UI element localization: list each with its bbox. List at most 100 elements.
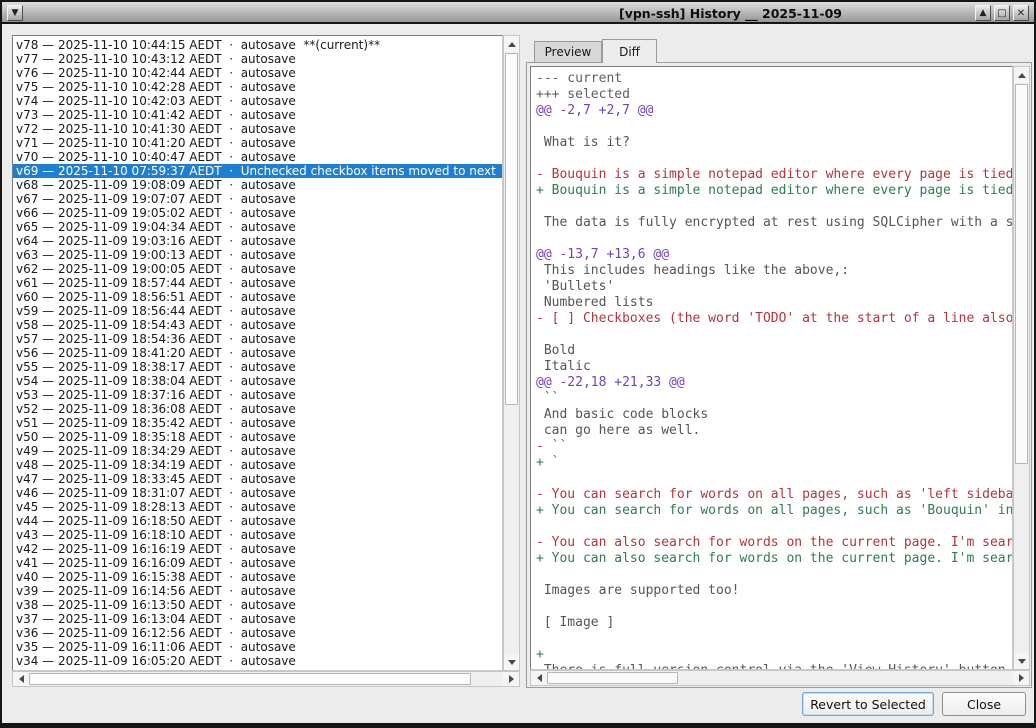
diff-scroll-right-button[interactable] — [1013, 671, 1029, 685]
history-version-row[interactable]: v53 — 2025-11-09 18:37:16 AEDT · autosav… — [16, 388, 502, 402]
arrow-right-icon — [509, 675, 514, 683]
titlebar[interactable]: ▼ [vpn-ssh] History __ 2025-11-09 ▲ □ ✕ — [2, 2, 1034, 24]
history-version-row[interactable]: v47 — 2025-11-09 18:33:45 AEDT · autosav… — [16, 472, 502, 486]
history-version-row[interactable]: v36 — 2025-11-09 16:12:56 AEDT · autosav… — [16, 626, 502, 640]
history-version-row[interactable]: v58 — 2025-11-09 18:54:43 AEDT · autosav… — [16, 318, 502, 332]
window-title: [vpn-ssh] History __ 2025-11-09 — [619, 6, 842, 21]
diff-line — [536, 231, 1012, 247]
history-version-row[interactable]: v42 — 2025-11-09 16:16:19 AEDT · autosav… — [16, 542, 502, 556]
tab-diff[interactable]: Diff — [602, 39, 657, 63]
history-listbox: v78 — 2025-11-10 10:44:15 AEDT · autosav… — [12, 35, 520, 687]
history-version-row[interactable]: v69 — 2025-11-10 07:59:37 AEDT · Uncheck… — [13, 164, 502, 178]
history-version-row[interactable]: v55 — 2025-11-09 18:38:17 AEDT · autosav… — [16, 360, 502, 374]
close-button[interactable]: Close — [942, 692, 1026, 716]
history-version-row[interactable]: v43 — 2025-11-09 16:18:10 AEDT · autosav… — [16, 528, 502, 542]
diff-line — [536, 599, 1012, 615]
history-version-row[interactable]: v76 — 2025-11-10 10:42:44 AEDT · autosav… — [16, 66, 502, 80]
diff-line: + — [536, 647, 1012, 663]
list-scroll-right-button[interactable] — [503, 672, 519, 686]
arrow-left-icon — [537, 674, 542, 682]
diff-line — [536, 567, 1012, 583]
diff-line: Numbered lists — [536, 295, 1012, 311]
history-version-row[interactable]: v64 — 2025-11-09 19:03:16 AEDT · autosav… — [16, 234, 502, 248]
history-version-row[interactable]: v57 — 2025-11-09 18:54:36 AEDT · autosav… — [16, 332, 502, 346]
diff-text-area: --- current+++ selected@@ -2,7 +2,7 @@ W… — [530, 66, 1013, 670]
diff-scroll-up-button[interactable] — [1014, 67, 1029, 83]
diff-vscrollbar-thumb[interactable] — [1015, 84, 1028, 464]
history-version-row[interactable]: v51 — 2025-11-09 18:35:42 AEDT · autosav… — [16, 416, 502, 430]
history-version-row[interactable]: v48 — 2025-11-09 18:34:19 AEDT · autosav… — [16, 458, 502, 472]
history-version-row[interactable]: v78 — 2025-11-10 10:44:15 AEDT · autosav… — [16, 38, 502, 52]
history-version-row[interactable]: v37 — 2025-11-09 16:13:04 AEDT · autosav… — [16, 612, 502, 626]
diff-line: The data is fully encrypted at rest usin… — [536, 215, 1012, 231]
history-version-row[interactable]: v66 — 2025-11-09 19:05:02 AEDT · autosav… — [16, 206, 502, 220]
history-version-row[interactable]: v74 — 2025-11-10 10:42:03 AEDT · autosav… — [16, 94, 502, 108]
history-version-row[interactable]: v52 — 2025-11-09 18:36:08 AEDT · autosav… — [16, 402, 502, 416]
diff-line — [536, 631, 1012, 647]
history-version-row[interactable]: v63 — 2025-11-09 19:00:13 AEDT · autosav… — [16, 248, 502, 262]
history-version-row[interactable]: v35 — 2025-11-09 16:11:06 AEDT · autosav… — [16, 640, 502, 654]
history-version-row[interactable]: v34 — 2025-11-09 16:05:20 AEDT · autosav… — [16, 654, 502, 668]
history-list[interactable]: v78 — 2025-11-10 10:44:15 AEDT · autosav… — [12, 35, 503, 671]
history-window: ▼ [vpn-ssh] History __ 2025-11-09 ▲ □ ✕ … — [0, 0, 1036, 728]
close-icon: ✕ — [1017, 9, 1025, 18]
history-version-row[interactable]: v44 — 2025-11-09 16:18:50 AEDT · autosav… — [16, 514, 502, 528]
list-scroll-up-button[interactable] — [504, 36, 519, 52]
history-version-row[interactable]: v54 — 2025-11-09 18:38:04 AEDT · autosav… — [16, 374, 502, 388]
diff-line: `` — [536, 391, 1012, 407]
history-version-row[interactable]: v41 — 2025-11-09 16:16:09 AEDT · autosav… — [16, 556, 502, 570]
history-version-row[interactable]: v70 — 2025-11-10 10:40:47 AEDT · autosav… — [16, 150, 502, 164]
diff-scroll-down-button[interactable] — [1014, 653, 1029, 669]
history-version-row[interactable]: v61 — 2025-11-09 18:57:44 AEDT · autosav… — [16, 276, 502, 290]
diff-line: And basic code blocks — [536, 407, 1012, 423]
history-version-row[interactable]: v77 — 2025-11-10 10:43:12 AEDT · autosav… — [16, 52, 502, 66]
diff-hscrollbar-thumb[interactable] — [547, 672, 678, 684]
history-version-row[interactable]: v73 — 2025-11-10 10:41:42 AEDT · autosav… — [16, 108, 502, 122]
history-version-row[interactable]: v46 — 2025-11-09 18:31:07 AEDT · autosav… — [16, 486, 502, 500]
diff-line — [536, 327, 1012, 343]
history-version-row[interactable]: v38 — 2025-11-09 16:13:50 AEDT · autosav… — [16, 598, 502, 612]
revert-to-selected-button[interactable]: Revert to Selected — [802, 692, 934, 716]
diff-hscrollbar[interactable] — [530, 670, 1030, 686]
diff-line: can go here as well. — [536, 423, 1012, 439]
diff-line: - You can search for words on all pages,… — [536, 487, 1012, 503]
diff-line: + Bouquin is a simple notepad editor whe… — [536, 183, 1012, 199]
arrow-down-icon — [1018, 659, 1026, 664]
history-version-row[interactable]: v72 — 2025-11-10 10:41:30 AEDT · autosav… — [16, 122, 502, 136]
list-vscrollbar-thumb[interactable] — [505, 53, 518, 405]
window-menu-button[interactable]: ▼ — [7, 5, 23, 21]
arrow-down-icon — [508, 660, 516, 665]
diff-line — [536, 519, 1012, 535]
list-hscrollbar[interactable] — [12, 671, 520, 687]
history-version-row[interactable]: v49 — 2025-11-09 18:34:29 AEDT · autosav… — [16, 444, 502, 458]
list-vscrollbar[interactable] — [503, 35, 520, 671]
list-scroll-left-button[interactable] — [13, 672, 29, 686]
maximize-button[interactable]: □ — [994, 5, 1010, 21]
history-version-row[interactable]: v68 — 2025-11-09 19:08:09 AEDT · autosav… — [16, 178, 502, 192]
history-version-row[interactable]: v65 — 2025-11-09 19:04:34 AEDT · autosav… — [16, 220, 502, 234]
history-version-row[interactable]: v71 — 2025-11-10 10:41:20 AEDT · autosav… — [16, 136, 502, 150]
history-version-row[interactable]: v67 — 2025-11-09 19:07:07 AEDT · autosav… — [16, 192, 502, 206]
history-version-row[interactable]: v60 — 2025-11-09 18:56:51 AEDT · autosav… — [16, 290, 502, 304]
diff-line — [536, 471, 1012, 487]
history-version-row[interactable]: v40 — 2025-11-09 16:15:38 AEDT · autosav… — [16, 570, 502, 584]
diff-line: @@ -13,7 +13,6 @@ — [536, 247, 1012, 263]
close-window-button[interactable]: ✕ — [1013, 5, 1029, 21]
tab-preview[interactable]: Preview — [534, 41, 602, 63]
history-version-row[interactable]: v50 — 2025-11-09 18:35:18 AEDT · autosav… — [16, 430, 502, 444]
history-version-row[interactable]: v39 — 2025-11-09 16:14:56 AEDT · autosav… — [16, 584, 502, 598]
history-version-row[interactable]: v75 — 2025-11-10 10:42:28 AEDT · autosav… — [16, 80, 502, 94]
history-version-row[interactable]: v45 — 2025-11-09 18:28:13 AEDT · autosav… — [16, 500, 502, 514]
list-hscrollbar-thumb[interactable] — [29, 673, 471, 685]
shade-icon: ▲ — [980, 9, 987, 18]
diff-scroll-left-button[interactable] — [531, 671, 547, 685]
history-version-row[interactable]: v56 — 2025-11-09 18:41:20 AEDT · autosav… — [16, 346, 502, 360]
arrow-up-icon — [508, 42, 516, 47]
history-version-row[interactable]: v62 — 2025-11-09 19:00:05 AEDT · autosav… — [16, 262, 502, 276]
history-version-row[interactable]: v59 — 2025-11-09 18:56:44 AEDT · autosav… — [16, 304, 502, 318]
list-scroll-down-button[interactable] — [504, 654, 519, 670]
diff-line: - Bouquin is a simple notepad editor whe… — [536, 167, 1012, 183]
diff-vscrollbar[interactable] — [1013, 66, 1030, 670]
shade-button[interactable]: ▲ — [975, 5, 991, 21]
menu-icon: ▼ — [12, 9, 19, 18]
